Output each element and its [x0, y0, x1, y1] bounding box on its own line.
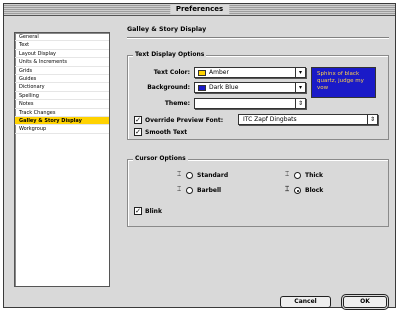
sidebar-item-dictionary[interactable]: Dictionary: [15, 83, 109, 92]
stepper-icon: ⇕: [295, 99, 305, 108]
background-popup[interactable]: Dark Blue ▾: [194, 82, 306, 93]
chevron-down-icon: ▾: [295, 68, 305, 77]
thick-cursor-label: Thick: [305, 172, 323, 179]
text-color-value: Amber: [209, 69, 229, 76]
sidebar-item-galley-story-display[interactable]: Galley & Story Display: [15, 116, 109, 126]
panel-title: Galley & Story Display: [127, 26, 207, 33]
preview-font-value: ITC Zapf Dingbats: [243, 116, 297, 123]
sidebar-item-general[interactable]: General: [15, 33, 109, 42]
sidebar-item-notes[interactable]: Notes: [15, 100, 109, 109]
sidebar-item-grids[interactable]: Grids: [15, 67, 109, 75]
blink-checkbox[interactable]: ✓: [134, 207, 142, 215]
cursor-options-group: Cursor Options: [127, 155, 389, 227]
sidebar-item-units-increments[interactable]: Units & Increments: [15, 58, 109, 67]
text-cursor-icon: ⌶: [177, 170, 182, 178]
background-label: Background:: [147, 84, 190, 91]
text-color-swatch: [198, 70, 206, 76]
background-swatch: [198, 85, 206, 91]
sidebar-item-layout-display[interactable]: Layout Display: [15, 50, 109, 59]
cursor-options-title: Cursor Options: [133, 155, 188, 162]
text-cursor-icon: ⌶: [285, 185, 290, 193]
sidebar-item-track-changes[interactable]: Track Changes: [15, 109, 109, 117]
theme-popup[interactable]: ⇕: [194, 98, 306, 109]
chevron-down-icon: ▾: [295, 83, 305, 92]
text-preview-box: Sphinx of black quartz, judge my vow: [311, 67, 376, 98]
sidebar-item-text[interactable]: Text: [15, 41, 109, 50]
standard-cursor-radio[interactable]: [186, 172, 193, 179]
override-preview-font-label: Override Preview Font:: [145, 117, 224, 124]
preview-text: Sphinx of black quartz, judge my vow: [317, 71, 364, 91]
stepper-icon: ⇕: [367, 115, 377, 124]
text-color-label: Text Color:: [153, 69, 190, 76]
window-title: Preferences: [169, 5, 230, 14]
block-cursor-radio[interactable]: [294, 187, 301, 194]
sidebar-item-guides[interactable]: Guides: [15, 75, 109, 84]
sidebar-item-spelling[interactable]: Spelling: [15, 92, 109, 101]
text-display-options-title: Text Display Options: [133, 51, 207, 58]
preferences-window: Preferences General Text Layout Display …: [3, 3, 396, 308]
override-preview-font-checkbox[interactable]: ✓: [134, 116, 142, 124]
smooth-text-checkbox[interactable]: ✓: [134, 128, 142, 136]
category-list[interactable]: General Text Layout Display Units & Incr…: [14, 32, 110, 287]
ok-button[interactable]: OK: [343, 296, 387, 308]
sidebar-item-workgroup[interactable]: Workgroup: [15, 125, 109, 134]
text-cursor-icon: ⌶: [177, 185, 182, 193]
background-value: Dark Blue: [209, 84, 239, 91]
checkmark-icon: ✓: [135, 116, 141, 124]
theme-label: Theme:: [164, 100, 190, 107]
text-cursor-icon: ⌶: [285, 170, 290, 178]
block-cursor-label: Block: [305, 187, 324, 194]
cancel-button[interactable]: Cancel: [280, 296, 331, 308]
thick-cursor-radio[interactable]: [294, 172, 301, 179]
standard-cursor-label: Standard: [197, 172, 229, 179]
text-color-popup[interactable]: Amber ▾: [194, 67, 306, 78]
smooth-text-label: Smooth Text: [145, 129, 188, 136]
panel-divider: [127, 37, 389, 39]
blink-label: Blink: [145, 208, 162, 215]
preview-font-popup[interactable]: ITC Zapf Dingbats ⇕: [238, 114, 378, 125]
checkmark-icon: ✓: [135, 207, 141, 215]
title-bar[interactable]: Preferences: [4, 4, 395, 16]
barbell-cursor-radio[interactable]: [186, 187, 193, 194]
barbell-cursor-label: Barbell: [197, 187, 222, 194]
checkmark-icon: ✓: [135, 128, 141, 136]
